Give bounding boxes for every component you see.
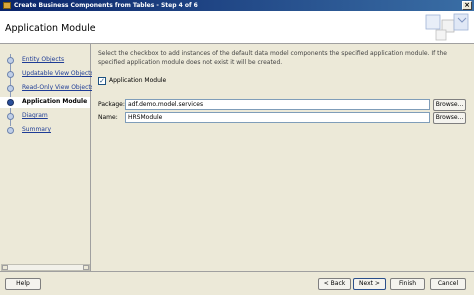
step-label: Summary [22, 126, 51, 133]
wizard-steps-panel: Entity Objects Updatable View Objects Re… [0, 44, 94, 271]
step-label: Entity Objects [22, 56, 65, 63]
close-icon[interactable]: × [462, 1, 472, 10]
window-title: Create Business Components from Tables -… [14, 2, 198, 9]
step-summary[interactable]: Summary [0, 125, 90, 136]
step-read-only-view-objects[interactable]: Read-Only View Objects [0, 83, 94, 94]
step-indicator-icon [7, 85, 14, 92]
step-indicator-icon [7, 71, 14, 78]
scroll-left-icon[interactable] [2, 265, 8, 270]
step-entity-objects[interactable]: Entity Objects [0, 55, 90, 66]
step-application-module[interactable]: Application Module [0, 97, 90, 108]
scroll-right-icon[interactable] [83, 265, 89, 270]
step-indicator-icon [7, 127, 14, 134]
wizard-footer: Help < Back Next > Finish Cancel [0, 271, 474, 295]
step-indicator-icon [7, 57, 14, 64]
step-content: Select the checkbox to add instances of … [92, 44, 474, 271]
application-module-checkbox-label: Application Module [109, 77, 167, 84]
next-button[interactable]: Next > [353, 278, 386, 290]
step-updatable-view-objects[interactable]: Updatable View Objects [0, 69, 94, 80]
step-diagram[interactable]: Diagram [0, 111, 90, 122]
package-label: Package: [98, 101, 125, 108]
step-label: Diagram [22, 112, 48, 119]
name-browse-button[interactable]: Browse... [433, 112, 466, 124]
step-label: Updatable View Objects [22, 70, 94, 77]
name-label: Name: [98, 114, 118, 121]
step-indicator-icon [7, 113, 14, 120]
package-input[interactable]: adf.demo.model.services [125, 99, 430, 110]
wizard-header: Application Module [0, 11, 474, 44]
instructions-text: Select the checkbox to add instances of … [98, 50, 447, 66]
nav-horizontal-scrollbar[interactable] [1, 264, 90, 271]
app-icon [3, 2, 11, 9]
help-button[interactable]: Help [5, 278, 41, 290]
step-label: Read-Only View Objects [22, 84, 94, 91]
wizard-banner-graphic [412, 12, 472, 43]
step-label: Application Module [22, 98, 88, 105]
finish-button[interactable]: Finish [390, 278, 425, 290]
window-titlebar: Create Business Components from Tables -… [0, 0, 474, 11]
cancel-button[interactable]: Cancel [430, 278, 466, 290]
package-browse-button[interactable]: Browse... [433, 99, 466, 111]
name-input[interactable]: HRSModule [125, 112, 430, 123]
back-button[interactable]: < Back [318, 278, 351, 290]
application-module-checkbox[interactable]: ✓ [98, 77, 106, 85]
page-title: Application Module [5, 23, 96, 34]
step-indicator-icon [7, 99, 14, 106]
